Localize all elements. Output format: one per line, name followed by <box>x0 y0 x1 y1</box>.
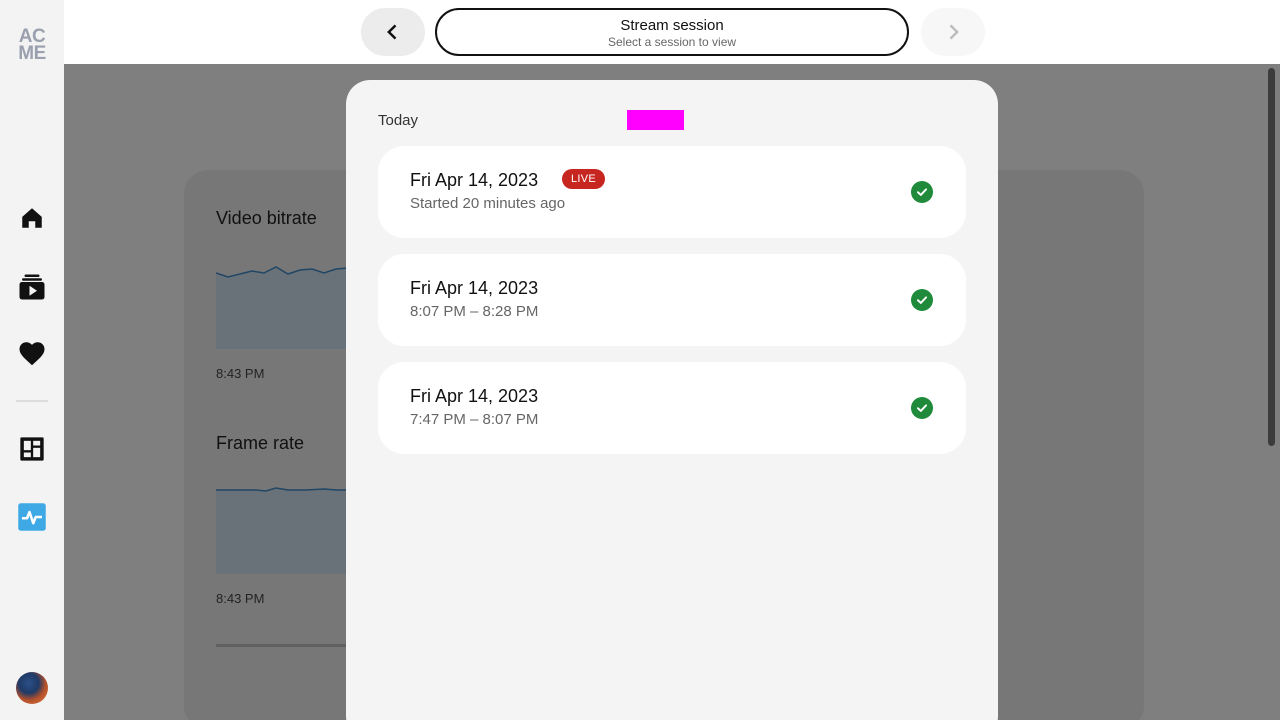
session-date: Fri Apr 14, 2023 <box>410 170 539 190</box>
sidebar-divider <box>16 400 48 402</box>
home-icon <box>22 208 42 228</box>
live-badge: LIVE <box>562 169 606 189</box>
sidebar-item-monitoring[interactable] <box>14 499 50 535</box>
acme-logo[interactable]: AC ME <box>16 27 48 64</box>
dashboard-icon <box>20 437 44 461</box>
session-selector-title: Stream session <box>620 17 724 34</box>
chevron-left-icon <box>387 24 397 40</box>
session-time: 7:47 PM – 8:07 PM <box>410 411 539 428</box>
activity-icon <box>18 503 46 531</box>
session-date: Fri Apr 14, 2023 <box>410 386 539 406</box>
session-picker-modal: Today Fri Apr 14, 2023 LIVE Started 20 m… <box>346 80 998 720</box>
session-date: Fri Apr 14, 2023 <box>410 278 539 298</box>
session-item[interactable]: Fri Apr 14, 2023 7:47 PM – 8:07 PM <box>378 362 966 454</box>
avatar[interactable] <box>16 672 48 704</box>
session-item[interactable]: Fri Apr 14, 2023 8:07 PM – 8:28 PM <box>378 254 966 346</box>
session-selector-subtitle: Select a session to view <box>607 35 737 49</box>
sidebar-item-videos[interactable] <box>14 269 50 305</box>
session-item[interactable]: Fri Apr 14, 2023 LIVE Started 20 minutes… <box>378 146 966 238</box>
session-time: Started 20 minutes ago <box>410 195 566 212</box>
page-scrollbar[interactable] <box>1268 68 1275 446</box>
next-session-button[interactable] <box>921 8 985 56</box>
previous-session-button[interactable] <box>361 8 425 56</box>
sidebar-item-dashboard[interactable] <box>14 431 50 467</box>
session-selector-button[interactable]: Stream session Select a session to view <box>435 8 909 56</box>
highlight-marker <box>627 110 684 130</box>
sidebar-item-favorites[interactable] <box>14 336 50 372</box>
heart-icon <box>19 342 45 366</box>
sidebar-item-home[interactable] <box>14 200 50 236</box>
session-time: 8:07 PM – 8:28 PM <box>410 303 539 320</box>
session-group-label: Today <box>378 112 419 129</box>
check-circle-icon <box>911 181 933 203</box>
sidebar: AC ME <box>0 0 64 720</box>
check-circle-icon <box>911 397 933 419</box>
chevron-right-icon <box>949 24 959 40</box>
video-library-icon <box>19 274 45 300</box>
logo-line-2: ME <box>18 43 46 64</box>
check-circle-icon <box>911 289 933 311</box>
top-bar: Stream session Select a session to view <box>64 0 1280 64</box>
